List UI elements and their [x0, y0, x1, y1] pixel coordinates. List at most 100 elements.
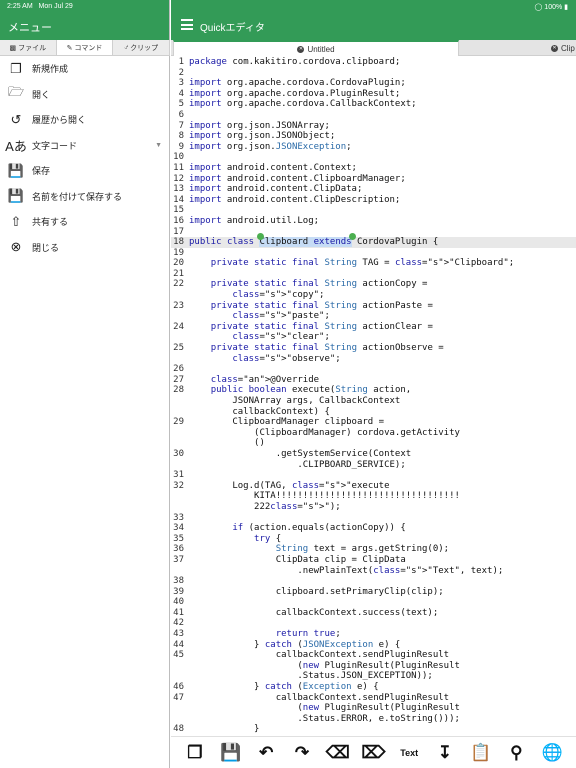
- menu-item-share[interactable]: ⇧ 共有する: [0, 209, 170, 235]
- code-text: callbackContext.sendPluginResult: [189, 692, 450, 703]
- new-file-button[interactable]: ❐: [181, 739, 209, 767]
- menu-item-new[interactable]: ❐ 新規作成: [0, 56, 170, 82]
- code-text: .Status.JSON_EXCEPTION));: [189, 671, 433, 682]
- code-line: class="s">"clear";: [171, 332, 576, 343]
- undo-button[interactable]: ↶: [252, 739, 280, 767]
- clipboard-button[interactable]: 📋: [467, 739, 495, 767]
- line-number: 7: [178, 120, 184, 131]
- sidebar-title: メニュー: [8, 22, 52, 34]
- code-line: 27 class="an">@Override: [171, 375, 576, 386]
- code-line: 30 .getSystemService(Context: [171, 449, 576, 460]
- menu-item-history[interactable]: ↺ 履歴から開く: [0, 107, 170, 133]
- code-line: 222class="s">");: [171, 502, 576, 513]
- browser-button[interactable]: 🌐: [538, 739, 566, 767]
- redo-button[interactable]: ↷: [288, 739, 316, 767]
- code-text: private static final String actionPaste …: [210, 300, 433, 311]
- code-text: (): [189, 438, 265, 449]
- line-number: 19: [173, 247, 184, 258]
- save-icon: 💾: [7, 162, 25, 178]
- code-text: callbackContext) {: [189, 406, 330, 417]
- code-line: .Status.ERROR, e.toString()));: [171, 714, 576, 725]
- line-number: 10: [173, 152, 184, 163]
- code-line: (): [171, 438, 576, 449]
- code-line: 21: [171, 269, 576, 280]
- line-number: 47: [173, 692, 184, 703]
- code-text: class="s">"paste";: [232, 311, 330, 322]
- line-number: 14: [173, 194, 184, 205]
- code-line: 44 } catch (JSONException e) {: [171, 640, 576, 651]
- code-line: 18 public class Clipboard extends Cordova…: [171, 233, 576, 248]
- close-icon[interactable]: ✕: [551, 44, 558, 52]
- menu-item-label: 閉じる: [32, 242, 60, 253]
- code-line: 20 private static final String TAG = cla…: [171, 258, 576, 269]
- file-tab-untitled[interactable]: ✕ Untitled: [173, 40, 459, 56]
- tab-clip[interactable]: ⍻ クリップ: [113, 40, 171, 55]
- backspace-button[interactable]: ⌫: [324, 739, 352, 767]
- tab-label: コマンド: [74, 44, 103, 52]
- code-text: String text = args.getString(0);: [275, 544, 450, 555]
- code-line: 35 try {: [171, 534, 576, 545]
- line-number: 37: [173, 554, 184, 565]
- file-tab-clip[interactable]: ✕ Clip: [551, 40, 576, 56]
- paste-button[interactable]: ↧: [431, 739, 459, 767]
- tab-file[interactable]: ▩ ファイル: [0, 40, 57, 55]
- hamburger-icon[interactable]: [181, 19, 193, 33]
- menu-item-label: 名前を付けて保存する: [32, 191, 123, 202]
- code-line: 10: [171, 152, 576, 163]
- code-text: class="s">"observe";: [232, 353, 341, 364]
- code-line: 22 private static final String actionCop…: [171, 279, 576, 290]
- menu-item-save-as[interactable]: 💾 名前を付けて保存する: [0, 184, 170, 210]
- code-line: 1 package com.kakitiro.cordova.clipboard;: [171, 57, 576, 68]
- line-number: 22: [173, 279, 184, 290]
- code-line: 41 callbackContext.success(text);: [171, 608, 576, 619]
- tab-command[interactable]: ✎ コマンド: [56, 40, 114, 55]
- line-number: 4: [178, 88, 184, 99]
- code-text: ClipboardManager clipboard =: [189, 417, 385, 428]
- search-button[interactable]: ⚲: [502, 739, 530, 767]
- menu-item-label: 保存: [32, 166, 51, 177]
- pencil-icon: ✎: [66, 44, 73, 52]
- code-line: 6: [171, 110, 576, 121]
- code-text: if (action.equals(actionCopy)) {: [232, 523, 406, 534]
- menu-item-close[interactable]: ⊗ 閉じる: [0, 235, 170, 261]
- line-number: 23: [173, 300, 184, 311]
- folder-icon: ▩: [9, 44, 17, 52]
- line-number: 46: [173, 682, 184, 693]
- code-text: import android.content.Context;: [189, 162, 357, 173]
- menu-item-label: 文字コード: [32, 140, 78, 151]
- code-text: public class Clipboard extends CordovaPl…: [189, 237, 439, 248]
- menu-item-save[interactable]: 💾 保存: [0, 158, 170, 184]
- text-select-button[interactable]: Text: [395, 739, 423, 767]
- delete-forward-button[interactable]: ⌦: [359, 739, 387, 767]
- code-line: class="s">"observe";: [171, 354, 576, 365]
- paste-icon: ↧: [437, 742, 453, 762]
- line-number: 44: [173, 639, 184, 650]
- chevron-down-icon: ▼: [155, 141, 162, 149]
- encoding-icon: Aあ: [5, 138, 27, 154]
- code-line: 36 String text = args.getString(0);: [171, 544, 576, 555]
- line-number: 26: [173, 364, 184, 375]
- menu-item-encoding[interactable]: Aあ 文字コード ▼: [0, 133, 170, 159]
- code-editor[interactable]: 1 package com.kakitiro.cordova.clipboard;…: [171, 57, 576, 736]
- code-line: 5 import org.apache.cordova.CallbackConte…: [171, 99, 576, 110]
- undo-icon: ↶: [259, 742, 274, 762]
- code-line: 46 } catch (Exception e) {: [171, 682, 576, 693]
- code-line: 25 private static final String actionObs…: [171, 343, 576, 354]
- line-number: 43: [173, 629, 184, 640]
- line-number: [171, 332, 187, 343]
- tab-label: クリップ: [130, 44, 159, 52]
- close-icon[interactable]: ✕: [297, 45, 305, 53]
- code-line: 4 import org.apache.cordova.PluginResult;: [171, 89, 576, 100]
- save-button[interactable]: 💾: [217, 739, 245, 767]
- line-number: [171, 311, 187, 322]
- menu-item-open[interactable]: 🗁 開く: [0, 82, 170, 108]
- code-line: 40: [171, 597, 576, 608]
- menu-item-label: 新規作成: [32, 64, 69, 75]
- code-text: return true;: [275, 629, 341, 640]
